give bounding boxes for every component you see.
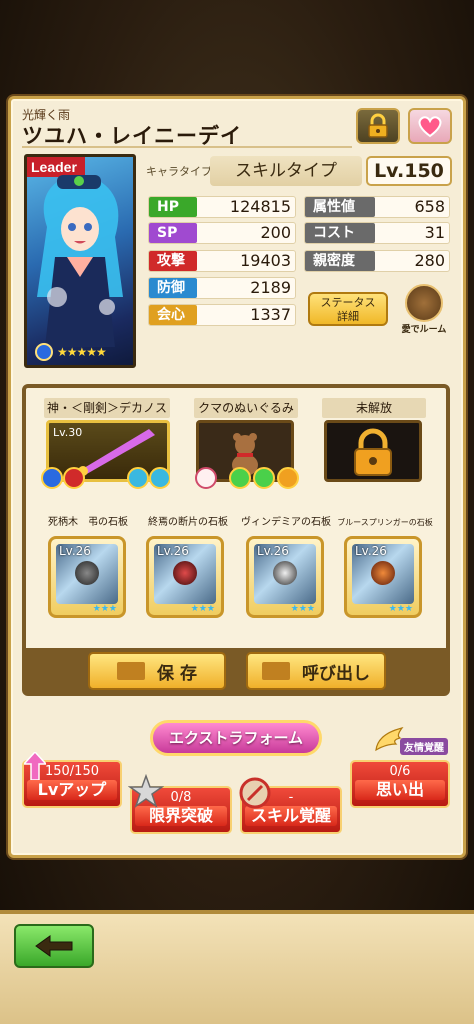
character-art (37, 175, 123, 347)
star-icon (128, 774, 164, 808)
back-button[interactable] (14, 924, 94, 968)
stat-attribute-value: 658 (414, 197, 445, 216)
stat-cost: コスト 31 (304, 222, 450, 244)
stat-hp-label: HP (149, 197, 197, 217)
stat-sp: SP 200 (148, 222, 296, 244)
tablet-stars: ★★★ (190, 604, 215, 614)
room-label: 愛でルーム (401, 325, 447, 335)
weapon-slot-label: 神・＜剛剣＞デカノス (44, 398, 170, 418)
locked-slot[interactable] (324, 420, 422, 482)
tablet-stars: ★★★ (290, 604, 315, 614)
stat-sp-label: SP (149, 223, 197, 243)
tablet-orb (173, 561, 197, 585)
stat-defense-label: 防御 (149, 278, 197, 298)
tablet-level: Lv.26 (59, 544, 91, 558)
type-value: スキルタイプ (210, 156, 362, 186)
level-display: Lv.150 (366, 156, 452, 186)
tablet-stars: ★★★ (388, 604, 413, 614)
character-name: ツユハ・レイニーデイ (22, 124, 242, 148)
tablet-label-2: 終焉の断片の石板 (148, 517, 228, 528)
stat-critical-value: 1337 (250, 305, 291, 324)
room-icon (405, 284, 443, 322)
tablet-level: Lv.26 (355, 544, 387, 558)
accessory-effect-icons (195, 467, 299, 489)
back-arrow-icon (35, 935, 73, 957)
tablet-slot-1[interactable]: Lv.26 ★★★ (48, 536, 126, 618)
stat-cost-label: コスト (305, 223, 375, 243)
stat-attack: 攻撃 19403 (148, 250, 296, 272)
title-bar: 光輝く雨 ツユハ・レイニーデイ (22, 106, 352, 148)
type-label: キャラタイプ (146, 165, 212, 178)
stat-attack-value: 19403 (240, 251, 291, 270)
padlock-icon (354, 428, 392, 476)
stat-intimacy-value: 280 (414, 251, 445, 270)
save-label: 保 存 (157, 663, 197, 684)
rarity-stars: ★★★★★ (57, 345, 107, 359)
tablet-stars: ★★★ (92, 604, 117, 614)
load-icon (262, 662, 290, 680)
tablet-slot-4[interactable]: Lv.26 ★★★ (344, 536, 422, 618)
tablet-orb (371, 561, 395, 585)
locked-slot-label: 未解放 (322, 398, 426, 418)
up-arrow-icon (24, 752, 46, 780)
tablet-level: Lv.26 (257, 544, 289, 558)
friend-awaken-tag: 友情覚醒 (400, 738, 448, 755)
status-detail-button[interactable]: ステータス 詳細 (308, 292, 388, 326)
wing-icon (375, 727, 404, 752)
stat-sp-value: 200 (260, 223, 291, 242)
tablet-slot-2[interactable]: Lv.26 ★★★ (146, 536, 224, 618)
character-portrait[interactable]: Leader ★★★★★ (24, 154, 136, 368)
status-detail-label: ステータス 詳細 (320, 296, 376, 323)
heart-icon (418, 116, 442, 138)
room-button[interactable]: 愛でルーム (398, 284, 450, 336)
load-label: 呼び出し (302, 663, 370, 684)
memory-label: 思い出 (355, 780, 445, 800)
tablet-orb (75, 561, 99, 585)
stat-intimacy-label: 親密度 (305, 251, 375, 271)
stat-defense-value: 2189 (250, 278, 291, 297)
stat-hp: HP 124815 (148, 196, 296, 218)
accessory-slot-label: クマのぬいぐるみ (194, 398, 298, 418)
stat-cost-value: 31 (424, 223, 445, 242)
tablet-level: Lv.26 (157, 544, 189, 558)
lock-icon (368, 113, 388, 138)
stat-attribute: 属性値 658 (304, 196, 450, 218)
tablet-orb (273, 561, 297, 585)
stat-critical: 会心 1337 (148, 304, 296, 326)
load-button[interactable]: 呼び出し (246, 652, 386, 690)
stat-critical-label: 会心 (149, 305, 197, 325)
stat-defense: 防御 2189 (148, 277, 296, 299)
tablet-label-1: 死柄木 弔の石板 (48, 517, 128, 528)
tablet-slot-3[interactable]: Lv.26 ★★★ (246, 536, 324, 618)
save-button[interactable]: 保 存 (88, 652, 226, 690)
tablet-label-3: ヴィンデミアの石板 (241, 517, 331, 528)
level-up-label: Lvアップ (27, 780, 117, 800)
save-icon (117, 662, 146, 680)
memory-count: 0/6 (389, 764, 411, 779)
stat-hp-value: 124815 (229, 197, 291, 216)
tablet-label-4: ブルースプリンガーの石板 (337, 518, 433, 527)
favorite-button[interactable] (408, 108, 452, 144)
lock-button[interactable] (356, 108, 400, 144)
skill-orb-icon (239, 777, 271, 809)
memory-button[interactable]: 0/6 思い出 (350, 760, 450, 808)
stat-intimacy: 親密度 280 (304, 250, 450, 272)
stat-attack-label: 攻撃 (149, 251, 197, 271)
element-badge (35, 343, 53, 361)
weapon-effect-icons (41, 467, 170, 489)
extra-form-button[interactable]: エクストラフォーム (150, 720, 322, 756)
stat-attribute-label: 属性値 (305, 197, 375, 217)
